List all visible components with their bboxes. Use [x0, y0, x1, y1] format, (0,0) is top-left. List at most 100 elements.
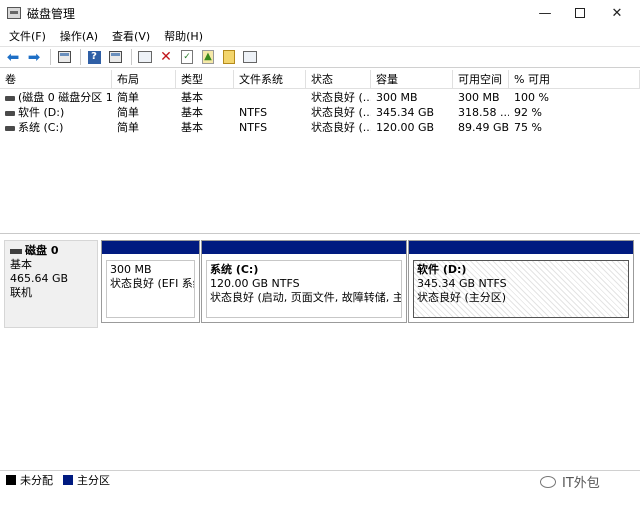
- show-hide-icon: [108, 51, 122, 63]
- show-hide-button[interactable]: [106, 48, 124, 66]
- check-button[interactable]: ✓: [178, 48, 196, 66]
- wechat-icon: [540, 475, 556, 488]
- cell-volume: (磁盘 0 磁盘分区 1): [0, 90, 112, 105]
- cell-free-space: 89.49 GB: [458, 121, 509, 134]
- volume-name: 软件 (D:): [18, 106, 65, 119]
- cell-percent-free: 92 %: [514, 106, 542, 119]
- cell-free-space: 300 MB: [458, 91, 500, 104]
- partition-size: 120.00 GB NTFS: [210, 277, 300, 290]
- column-volume[interactable]: 卷: [0, 70, 112, 89]
- cell-filesystem: NTFS: [239, 121, 268, 134]
- cell-layout: 简单: [117, 91, 139, 104]
- cell-filesystem: NTFS: [239, 106, 268, 119]
- rescan-button[interactable]: ▲: [199, 48, 217, 66]
- menu-action[interactable]: 操作(A): [53, 28, 105, 44]
- window-title: 磁盘管理: [27, 6, 76, 21]
- partition-size: 345.34 GB NTFS: [417, 277, 507, 290]
- disk-status: 联机: [10, 286, 32, 299]
- menu-view[interactable]: 查看(V): [105, 28, 157, 44]
- cell-capacity: 345.34 GB: [376, 106, 435, 119]
- disk-name-row: 磁盘 0: [10, 244, 92, 258]
- watermark-text: IT外包: [562, 476, 600, 491]
- cell-layout: 简单: [117, 106, 139, 119]
- volume-icon: [5, 125, 15, 131]
- watermark: IT外包: [540, 472, 600, 491]
- properties-button[interactable]: [241, 48, 259, 66]
- partition-type-bar: [202, 241, 406, 254]
- cell-percent-free: 75 %: [514, 121, 542, 134]
- console-tree-icon: [57, 51, 71, 63]
- cell-volume: 系统 (C:): [0, 120, 112, 135]
- menu-file[interactable]: 文件(F): [2, 28, 53, 44]
- partition-status: 状态良好 (EFI 系统分: [110, 277, 194, 290]
- title-bar: 磁盘管理 — ✕: [0, 0, 640, 26]
- cell-type: 基本: [181, 121, 203, 134]
- disk-info[interactable]: 磁盘 0 基本 465.64 GB 联机: [4, 240, 98, 328]
- partition-efi[interactable]: 300 MB 状态良好 (EFI 系统分: [101, 240, 200, 323]
- forward-arrow-icon: ➡: [27, 47, 41, 66]
- partition-content: 系统 (C:) 120.00 GB NTFS 状态良好 (启动, 页面文件, 故…: [206, 260, 402, 318]
- disk-size: 465.64 GB: [10, 272, 69, 285]
- disk-icon: [10, 248, 22, 254]
- disk-name: 磁盘 0: [25, 244, 59, 257]
- disk-graphical-view: 磁盘 0 基本 465.64 GB 联机 300 MB 状态良好 (EFI 系统…: [0, 236, 640, 468]
- column-filesystem[interactable]: 文件系统: [234, 70, 306, 89]
- partition-title: 软件 (D:): [417, 263, 467, 276]
- cell-free-space: 318.58 ...: [458, 106, 509, 119]
- toolbar-divider: [50, 49, 51, 65]
- partition-type-bar: [409, 241, 633, 254]
- column-free-space[interactable]: 可用空间: [453, 70, 509, 89]
- toolbar: ⬅ ➡ ? ✕ ✓ ▲: [0, 46, 640, 68]
- cell-layout: 简单: [117, 121, 139, 134]
- column-layout[interactable]: 布局: [112, 70, 176, 89]
- cell-status: 状态良好 (...: [311, 121, 371, 134]
- delete-icon: ✕: [160, 49, 172, 65]
- volume-icon: [5, 110, 15, 116]
- back-button[interactable]: ⬅: [4, 48, 22, 66]
- partition-size: 300 MB: [110, 263, 152, 276]
- table-row[interactable]: 系统 (C:) 简单 基本 NTFS 状态良好 (... 120.00 GB 8…: [0, 120, 640, 135]
- column-status[interactable]: 状态: [306, 70, 371, 89]
- delete-button[interactable]: ✕: [157, 48, 175, 66]
- volume-name: 系统 (C:): [18, 121, 64, 134]
- disk-type: 基本: [10, 258, 32, 271]
- table-row[interactable]: (磁盘 0 磁盘分区 1) 简单 基本 状态良好 (... 300 MB 300…: [0, 90, 640, 105]
- help-button[interactable]: ?: [85, 48, 103, 66]
- table-row[interactable]: 软件 (D:) 简单 基本 NTFS 状态良好 (... 345.34 GB 3…: [0, 105, 640, 120]
- unallocated-swatch: [6, 474, 16, 485]
- partition-status: 状态良好 (启动, 页面文件, 故障转储, 主分区: [210, 291, 401, 304]
- close-button[interactable]: ✕: [594, 0, 640, 26]
- wizard-button[interactable]: [220, 48, 238, 66]
- legend-unallocated: 未分配: [6, 472, 53, 488]
- cell-percent-free: 100 %: [514, 91, 549, 104]
- column-capacity[interactable]: 容量: [371, 70, 453, 89]
- partition-software-d[interactable]: 软件 (D:) 345.34 GB NTFS 状态良好 (主分区): [408, 240, 634, 323]
- cell-filesystem: [234, 90, 306, 105]
- cell-capacity: 120.00 GB: [376, 121, 435, 134]
- check-icon: ✓: [181, 50, 193, 64]
- column-percent-free[interactable]: % 可用: [509, 70, 640, 89]
- forward-button[interactable]: ➡: [25, 48, 43, 66]
- table-header: 卷 布局 类型 文件系统 状态 容量 可用空间 % 可用: [0, 70, 640, 89]
- cell-type: 基本: [181, 91, 203, 104]
- partition-status: 状态良好 (主分区): [417, 291, 507, 304]
- connect-button[interactable]: [136, 48, 154, 66]
- menu-help[interactable]: 帮助(H): [157, 28, 210, 44]
- partition-system-c[interactable]: 系统 (C:) 120.00 GB NTFS 状态良好 (启动, 页面文件, 故…: [201, 240, 407, 323]
- legend-label: 主分区: [77, 473, 110, 487]
- maximize-icon: [575, 8, 585, 18]
- partition-content: 软件 (D:) 345.34 GB NTFS 状态良好 (主分区): [413, 260, 629, 318]
- disk-management-icon: [7, 7, 21, 19]
- column-type[interactable]: 类型: [176, 70, 234, 89]
- console-tree-button[interactable]: [55, 48, 73, 66]
- volume-icon: [5, 95, 15, 101]
- wizard-icon: [223, 50, 235, 64]
- menu-bar: 文件(F) 操作(A) 查看(V) 帮助(H): [0, 26, 640, 46]
- cell-volume: 软件 (D:): [0, 105, 112, 120]
- legend-label: 未分配: [20, 473, 53, 487]
- help-icon: ?: [87, 50, 101, 64]
- rescan-icon: ▲: [202, 50, 214, 64]
- cell-capacity: 300 MB: [376, 91, 418, 104]
- toolbar-divider: [80, 49, 81, 65]
- partition-content: 300 MB 状态良好 (EFI 系统分: [106, 260, 195, 318]
